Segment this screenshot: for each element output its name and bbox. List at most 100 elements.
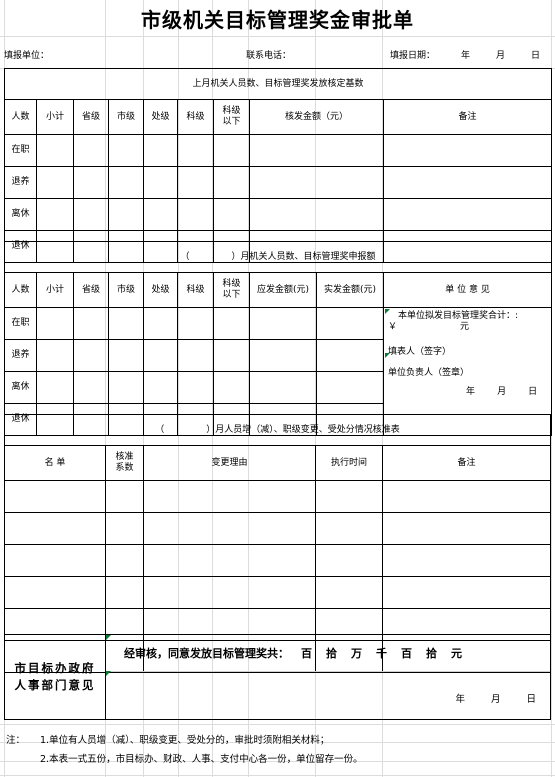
col-header-city-level: 市级 (108, 272, 144, 308)
cell-approval-coefficient[interactable] (105, 576, 144, 609)
cell-effective-time[interactable] (315, 576, 383, 609)
cell-effective-time[interactable] (315, 480, 383, 513)
section-2-table: （ ）月机关人员数、目标管理奖申报额 人数 小计 省级 市级 处级 科级 科级 以下… (3, 241, 553, 436)
cell-subtotal[interactable] (36, 371, 74, 404)
cell-city-level[interactable] (108, 307, 144, 340)
cell-effective-time[interactable] (315, 512, 383, 545)
cell-section-level[interactable] (177, 339, 214, 372)
row-header-retired-pending: 退养 (4, 339, 37, 372)
cell-department-level[interactable] (143, 371, 178, 404)
contact-phone-label: 联系电话： (246, 51, 292, 61)
cell-below-section-level[interactable] (213, 198, 250, 231)
cell-below-section-level[interactable] (213, 339, 250, 372)
table-row: 离休 (4, 198, 553, 231)
col-header-section-level: 科级 (177, 99, 214, 135)
report-date-label: 填报日期： (390, 51, 436, 61)
cell-remarks[interactable] (382, 134, 553, 167)
cell-approval-coefficient[interactable] (105, 544, 144, 577)
approval-authority-label: 市目标办政府 人事部门意见 (5, 635, 106, 719)
cell-remarks[interactable] (381, 512, 552, 545)
cell-effective-time[interactable] (315, 544, 383, 577)
cell-paid-amount[interactable] (316, 339, 384, 372)
approval-statement-row: 经审核，同意发放目标管理奖共： 百 拾 万 千 百 拾 元 (106, 635, 550, 671)
cell-remarks[interactable] (381, 576, 552, 609)
cell-change-reason[interactable] (143, 576, 316, 609)
cell-department-level[interactable] (143, 307, 178, 340)
col-header-approval-coefficient: 核准 系数 (105, 445, 144, 481)
cell-province-level[interactable] (73, 307, 109, 340)
unit-ten: 拾 (426, 647, 437, 660)
cell-province-level[interactable] (73, 134, 109, 167)
opinion-date-year: 年 (466, 387, 476, 397)
cell-department-level[interactable] (143, 198, 178, 231)
cell-province-level[interactable] (73, 339, 109, 372)
table-row (4, 576, 552, 609)
cell-section-level[interactable] (177, 307, 214, 340)
cell-remarks[interactable] (381, 544, 552, 577)
cell-subtotal[interactable] (36, 166, 74, 199)
cell-name-list[interactable] (4, 576, 106, 609)
opinion-date-month: 月 (497, 387, 507, 397)
cell-change-reason[interactable] (143, 544, 316, 577)
cell-section-level[interactable] (177, 134, 214, 167)
opinion-date-group: 年月日 (388, 387, 551, 398)
cell-remarks[interactable] (382, 198, 553, 231)
cell-approved-amount[interactable] (249, 134, 384, 167)
cell-city-level[interactable] (108, 134, 144, 167)
cell-payable-amount[interactable] (249, 339, 317, 372)
approval-date-year: 年 (455, 694, 465, 705)
row-header-veteran-retired: 离休 (4, 371, 37, 404)
cell-approved-amount[interactable] (249, 198, 384, 231)
cell-city-level[interactable] (108, 166, 144, 199)
cell-city-level[interactable] (108, 339, 144, 372)
cell-below-section-level[interactable] (213, 307, 250, 340)
cell-province-level[interactable] (73, 371, 109, 404)
table-row (4, 544, 552, 577)
cell-below-section-level[interactable] (213, 371, 250, 404)
approval-date-month: 月 (490, 694, 501, 705)
cell-section-level[interactable] (177, 371, 214, 404)
cell-subtotal[interactable] (36, 307, 74, 340)
opinion-preparer-label: 填表人（签字） (388, 347, 452, 357)
cell-province-level[interactable] (73, 166, 109, 199)
cell-payable-amount[interactable] (249, 307, 317, 340)
unit-hundred: 百 (401, 647, 412, 660)
cell-subtotal[interactable] (36, 198, 74, 231)
cell-below-section-level[interactable] (213, 166, 250, 199)
col-header-city-level: 市级 (108, 99, 144, 135)
report-date-month: 月 (496, 51, 506, 61)
cell-change-reason[interactable] (143, 512, 316, 545)
opinion-date-day: 日 (528, 387, 538, 397)
cell-subtotal[interactable] (36, 339, 74, 372)
unit-hundred-million: 百 (301, 647, 312, 660)
cell-remarks[interactable] (381, 480, 552, 513)
cell-name-list[interactable] (4, 480, 106, 513)
cell-payable-amount[interactable] (249, 371, 317, 404)
section-2-band-prefix: （ (180, 251, 190, 262)
cell-change-reason[interactable] (143, 480, 316, 513)
cell-department-level[interactable] (143, 134, 178, 167)
cell-province-level[interactable] (73, 198, 109, 231)
cell-department-level[interactable] (143, 166, 178, 199)
cell-subtotal[interactable] (36, 134, 74, 167)
cell-approved-amount[interactable] (249, 166, 384, 199)
section-1: 上月机关人员数、目标管理奖发放核定基数 人数 小计 省级 市级 处级 科级 科级… (3, 68, 553, 263)
cell-name-list[interactable] (4, 544, 106, 577)
section-1-header-row: 人数 小计 省级 市级 处级 科级 科级 以下 核发金额（元） 备注 (4, 99, 553, 135)
reporting-unit-label: 填报单位： (4, 51, 50, 61)
cell-name-list[interactable] (4, 512, 106, 545)
section-3-band-suffix: ）月人员增（减）、职级变更、受处分情况核准表 (206, 424, 400, 435)
cell-city-level[interactable] (108, 198, 144, 231)
cell-city-level[interactable] (108, 371, 144, 404)
cell-remarks[interactable] (382, 166, 553, 199)
cell-section-level[interactable] (177, 198, 214, 231)
approval-body[interactable]: 经审核，同意发放目标管理奖共： 百 拾 万 千 百 拾 元 年 月 日 (106, 635, 550, 719)
cell-approval-coefficient[interactable] (105, 480, 144, 513)
cell-approval-coefficient[interactable] (105, 512, 144, 545)
cell-department-level[interactable] (143, 339, 178, 372)
cell-paid-amount[interactable] (316, 307, 384, 340)
cell-below-section-level[interactable] (213, 134, 250, 167)
approval-date-day: 日 (526, 694, 536, 705)
cell-section-level[interactable] (177, 166, 214, 199)
cell-paid-amount[interactable] (316, 371, 384, 404)
